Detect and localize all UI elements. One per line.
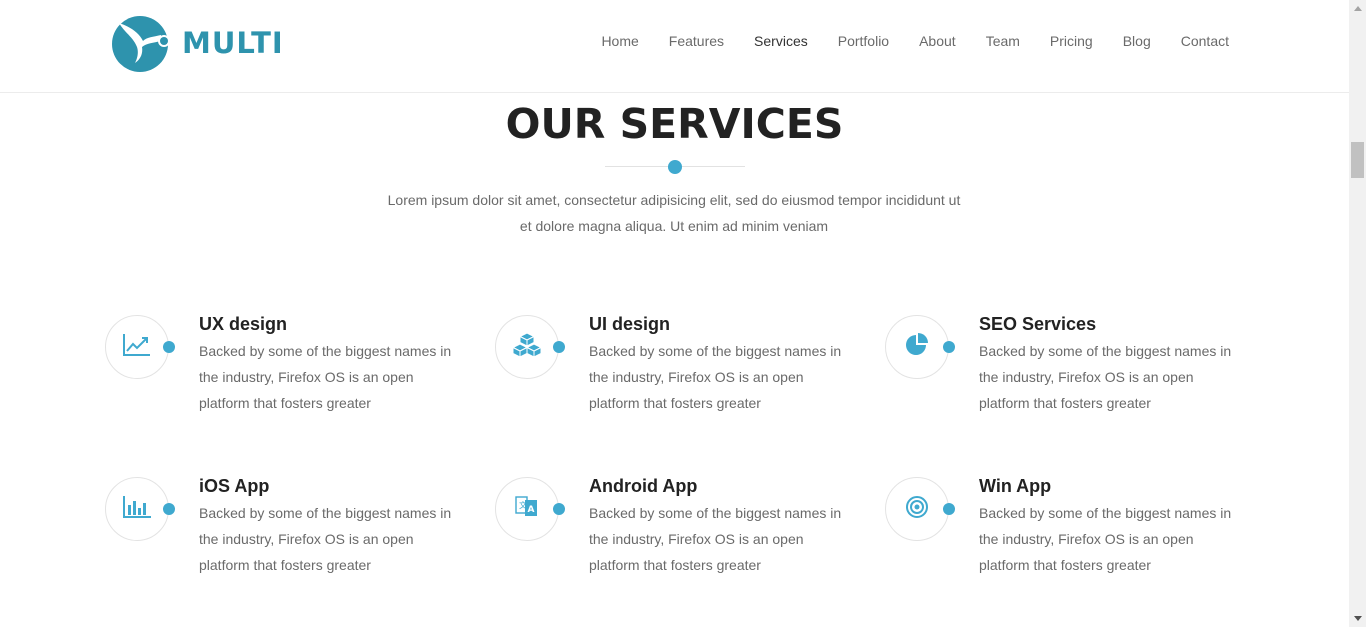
- service-text-line: platform that fosters greater: [199, 395, 371, 411]
- service-text: Backed by some of the biggest names in t…: [199, 500, 469, 578]
- scroll-down-arrow-icon[interactable]: [1349, 610, 1366, 627]
- divider-dot: [668, 160, 682, 174]
- description-line-1: Lorem ipsum dolor sit amet, consectetur …: [387, 192, 961, 208]
- service-dot: [943, 341, 955, 353]
- service-dot: [553, 341, 565, 353]
- line-chart-icon: [122, 333, 152, 362]
- service-title: UX design: [199, 314, 288, 334]
- service-icon-circle: [885, 315, 949, 379]
- service-text: Backed by some of the biggest names in t…: [979, 338, 1249, 416]
- service-icon-circle: 文 A: [495, 477, 559, 541]
- service-text-line: platform that fosters greater: [979, 557, 1151, 573]
- service-text-line: Backed by some of the biggest names in: [199, 343, 452, 359]
- service-text-line: Backed by some of the biggest names in: [979, 343, 1232, 359]
- service-text-line: platform that fosters greater: [199, 557, 371, 573]
- nav-blog[interactable]: Blog: [1123, 31, 1151, 51]
- service-text: Backed by some of the biggest names in t…: [199, 338, 469, 416]
- service-item: iOS App Backed by some of the biggest na…: [105, 476, 465, 587]
- service-text-line: the industry, Firefox OS is an open: [979, 531, 1194, 547]
- service-text-line: Backed by some of the biggest names in: [589, 505, 842, 521]
- nav-pricing[interactable]: Pricing: [1050, 31, 1093, 51]
- nav-services[interactable]: Services: [754, 31, 808, 51]
- service-text-line: the industry, Firefox OS is an open: [979, 369, 1194, 385]
- service-text-line: platform that fosters greater: [589, 395, 761, 411]
- vertical-scrollbar[interactable]: [1349, 0, 1366, 627]
- pie-chart-icon: [904, 332, 930, 363]
- scrollbar-thumb[interactable]: [1351, 142, 1364, 178]
- nav-features[interactable]: Features: [669, 31, 724, 51]
- service-text-line: the industry, Firefox OS is an open: [589, 531, 804, 547]
- svg-text:文: 文: [519, 500, 527, 510]
- service-text: Backed by some of the biggest names in t…: [589, 500, 859, 578]
- service-text: Backed by some of the biggest names in t…: [589, 338, 859, 416]
- service-text-line: the industry, Firefox OS is an open: [199, 369, 414, 385]
- service-dot: [163, 341, 175, 353]
- service-text-line: platform that fosters greater: [589, 557, 761, 573]
- service-item: UI design Backed by some of the biggest …: [495, 314, 855, 425]
- service-title: iOS App: [199, 476, 270, 496]
- logo-link[interactable]: MULTI: [111, 13, 284, 73]
- site-header: MULTI Home Features Services Portfolio A…: [0, 0, 1349, 93]
- service-text-line: the industry, Firefox OS is an open: [589, 369, 804, 385]
- description-line-2: et dolore magna aliqua. Ut enim ad minim…: [519, 218, 829, 234]
- translate-icon: 文 A: [515, 495, 539, 524]
- service-icon-circle: [105, 315, 169, 379]
- main-nav: Home Features Services Portfolio About T…: [571, 31, 1229, 51]
- service-dot: [943, 503, 955, 515]
- service-dot: [163, 503, 175, 515]
- logo-icon: [111, 13, 173, 73]
- service-text-line: platform that fosters greater: [979, 395, 1151, 411]
- service-dot: [553, 503, 565, 515]
- service-title: UI design: [589, 314, 671, 334]
- logo-text: MULTI: [182, 26, 284, 60]
- service-icon-circle: [885, 477, 949, 541]
- nav-about[interactable]: About: [919, 31, 956, 51]
- target-icon: [905, 495, 929, 524]
- service-title: SEO Services: [979, 314, 1097, 334]
- service-text-line: Backed by some of the biggest names in: [979, 505, 1232, 521]
- svg-text:A: A: [528, 505, 535, 515]
- scroll-up-arrow-icon[interactable]: [1349, 0, 1366, 17]
- bar-chart-icon: [122, 495, 152, 524]
- service-icon-circle: [495, 315, 559, 379]
- service-item: UX design Backed by some of the biggest …: [105, 314, 465, 425]
- service-icon-circle: [105, 477, 169, 541]
- nav-home[interactable]: Home: [601, 31, 638, 51]
- nav-team[interactable]: Team: [986, 31, 1020, 51]
- nav-contact[interactable]: Contact: [1181, 31, 1229, 51]
- service-text-line: Backed by some of the biggest names in: [589, 343, 842, 359]
- service-title: Win App: [979, 476, 1052, 496]
- service-text-line: the industry, Firefox OS is an open: [199, 531, 414, 547]
- service-item: Win App Backed by some of the biggest na…: [885, 476, 1245, 587]
- section-title: OUR SERVICES: [505, 100, 844, 148]
- section-description: Lorem ipsum dolor sit amet, consectetur …: [374, 187, 974, 239]
- service-text: Backed by some of the biggest names in t…: [979, 500, 1249, 578]
- service-text-line: Backed by some of the biggest names in: [199, 505, 452, 521]
- service-title: Android App: [589, 476, 698, 496]
- nav-portfolio[interactable]: Portfolio: [838, 31, 889, 51]
- service-item: 文 A Android App Backed by some of the bi…: [495, 476, 855, 587]
- service-item: SEO Services Backed by some of the bigge…: [885, 314, 1245, 425]
- cubes-icon: [511, 331, 543, 364]
